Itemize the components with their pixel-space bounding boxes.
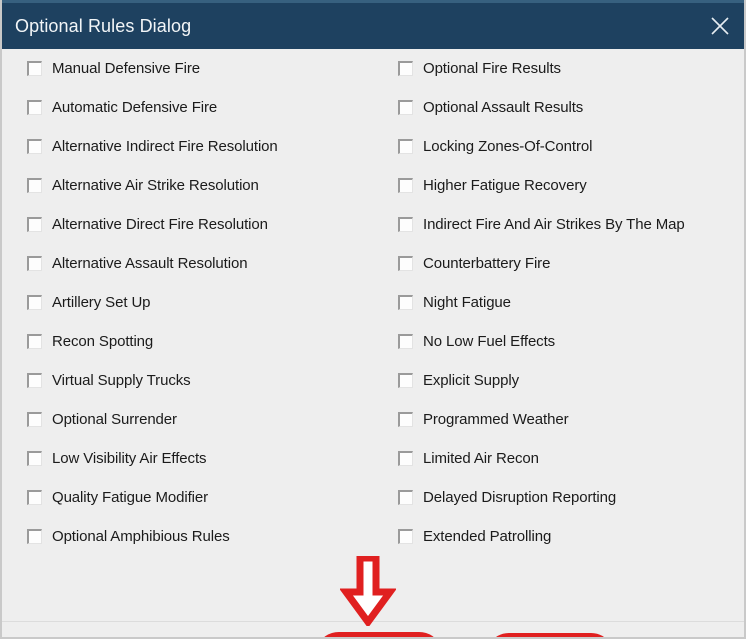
checkbox-input[interactable] — [398, 295, 413, 310]
checkbox-label: Optional Fire Results — [423, 60, 561, 77]
checkbox-input[interactable] — [27, 61, 42, 76]
checkbox-label: Alternative Air Strike Resolution — [52, 177, 259, 194]
checkbox-row[interactable]: Artillery Set Up — [27, 283, 377, 322]
checkbox-label: Artillery Set Up — [52, 294, 151, 311]
checkbox-label: No Low Fuel Effects — [423, 333, 556, 350]
checkbox-label: Alternative Direct Fire Resolution — [52, 216, 268, 233]
checkbox-label: Locking Zones-Of-Control — [423, 138, 593, 155]
checkbox-input[interactable] — [27, 139, 42, 154]
checkbox-input[interactable] — [398, 451, 413, 466]
options-column-right: Optional Fire Results Optional Assault Re… — [398, 49, 738, 556]
checkbox-row[interactable]: Alternative Direct Fire Resolution — [27, 205, 377, 244]
checkbox-label: Virtual Supply Trucks — [52, 372, 191, 389]
checkbox-row[interactable]: Programmed Weather — [398, 400, 738, 439]
checkbox-row[interactable]: Alternative Assault Resolution — [27, 244, 377, 283]
checkbox-input[interactable] — [27, 529, 42, 544]
window-title: Optional Rules Dialog — [15, 15, 192, 36]
checkbox-input[interactable] — [27, 412, 42, 427]
close-button[interactable] — [692, 3, 744, 49]
checkbox-input[interactable] — [27, 490, 42, 505]
checkbox-input[interactable] — [27, 373, 42, 388]
checkbox-label: Higher Fatigue Recovery — [423, 177, 587, 194]
checkbox-label: Optional Surrender — [52, 411, 177, 428]
checkbox-input[interactable] — [398, 412, 413, 427]
arrow-down-icon — [339, 554, 397, 631]
checkbox-input[interactable] — [398, 61, 413, 76]
checkbox-input[interactable] — [27, 256, 42, 271]
options-column-left: Manual Defensive Fire Automatic Defensive… — [27, 49, 377, 556]
checkbox-input[interactable] — [398, 490, 413, 505]
checkbox-label: Indirect Fire And Air Strikes By The Map — [423, 216, 685, 233]
checkbox-row[interactable]: Alternative Indirect Fire Resolution — [27, 127, 377, 166]
checkbox-input[interactable] — [27, 334, 42, 349]
checkbox-input[interactable] — [398, 256, 413, 271]
checkbox-label: Quality Fatigue Modifier — [52, 489, 209, 506]
checkbox-input[interactable] — [398, 178, 413, 193]
checkbox-input[interactable] — [398, 217, 413, 232]
checkbox-row[interactable]: Delayed Disruption Reporting — [398, 478, 738, 517]
checkbox-row[interactable]: Night Fatigue — [398, 283, 738, 322]
checkbox-input[interactable] — [27, 100, 42, 115]
checkbox-label: Limited Air Recon — [423, 450, 539, 467]
checkbox-label: Delayed Disruption Reporting — [423, 489, 617, 506]
checkbox-row[interactable]: Quality Fatigue Modifier — [27, 478, 377, 517]
checkbox-row[interactable]: Explicit Supply — [398, 361, 738, 400]
checkbox-row[interactable]: Manual Defensive Fire — [27, 49, 377, 88]
checkbox-input[interactable] — [398, 529, 413, 544]
checkbox-label: Alternative Assault Resolution — [52, 255, 248, 272]
checkbox-label: Counterbattery Fire — [423, 255, 551, 272]
checkbox-row[interactable]: Virtual Supply Trucks — [27, 361, 377, 400]
checkbox-input[interactable] — [27, 217, 42, 232]
checkbox-input[interactable] — [27, 451, 42, 466]
checkbox-row[interactable]: Higher Fatigue Recovery — [398, 166, 738, 205]
checkbox-label: Optional Assault Results — [423, 99, 584, 116]
title-bar: Optional Rules Dialog — [2, 0, 744, 49]
checkbox-input[interactable] — [398, 334, 413, 349]
checkbox-label: Automatic Defensive Fire — [52, 99, 218, 116]
checkbox-label: Explicit Supply — [423, 372, 520, 389]
checkbox-input[interactable] — [27, 295, 42, 310]
checkbox-row[interactable]: Optional Fire Results — [398, 49, 738, 88]
checkbox-row[interactable]: Indirect Fire And Air Strikes By The Map — [398, 205, 738, 244]
checkbox-row[interactable]: Alternative Air Strike Resolution — [27, 166, 377, 205]
checkbox-row[interactable]: Counterbattery Fire — [398, 244, 738, 283]
checkbox-row[interactable]: No Low Fuel Effects — [398, 322, 738, 361]
checkbox-input[interactable] — [398, 100, 413, 115]
default-button-highlight-annotation — [315, 632, 443, 637]
checkbox-input[interactable] — [398, 373, 413, 388]
close-icon — [709, 15, 731, 37]
optional-rules-dialog: Optional Rules Dialog Manual Defensive F… — [0, 0, 746, 639]
help-button-highlight-annotation — [486, 633, 614, 637]
checkbox-label: Optional Amphibious Rules — [52, 528, 230, 545]
checkbox-row[interactable]: Optional Surrender — [27, 400, 377, 439]
footer-separator — [2, 621, 744, 622]
checkbox-row[interactable]: Optional Amphibious Rules — [27, 517, 377, 556]
checkbox-label: Alternative Indirect Fire Resolution — [52, 138, 278, 155]
checkbox-input[interactable] — [398, 139, 413, 154]
checkbox-label: Low Visibility Air Effects — [52, 450, 207, 467]
checkbox-row[interactable]: Optional Assault Results — [398, 88, 738, 127]
checkbox-row[interactable]: Low Visibility Air Effects — [27, 439, 377, 478]
checkbox-row[interactable]: Recon Spotting — [27, 322, 377, 361]
checkbox-row[interactable]: Extended Patrolling — [398, 517, 738, 556]
checkbox-label: Recon Spotting — [52, 333, 154, 350]
checkbox-row[interactable]: Locking Zones-Of-Control — [398, 127, 738, 166]
checkbox-label: Manual Defensive Fire — [52, 60, 200, 77]
checkbox-row[interactable]: Limited Air Recon — [398, 439, 738, 478]
checkbox-label: Night Fatigue — [423, 294, 511, 311]
checkbox-input[interactable] — [27, 178, 42, 193]
checkbox-row[interactable]: Automatic Defensive Fire — [27, 88, 377, 127]
dialog-client-area: Manual Defensive Fire Automatic Defensive… — [2, 49, 744, 637]
checkbox-label: Extended Patrolling — [423, 528, 552, 545]
checkbox-label: Programmed Weather — [423, 411, 569, 428]
